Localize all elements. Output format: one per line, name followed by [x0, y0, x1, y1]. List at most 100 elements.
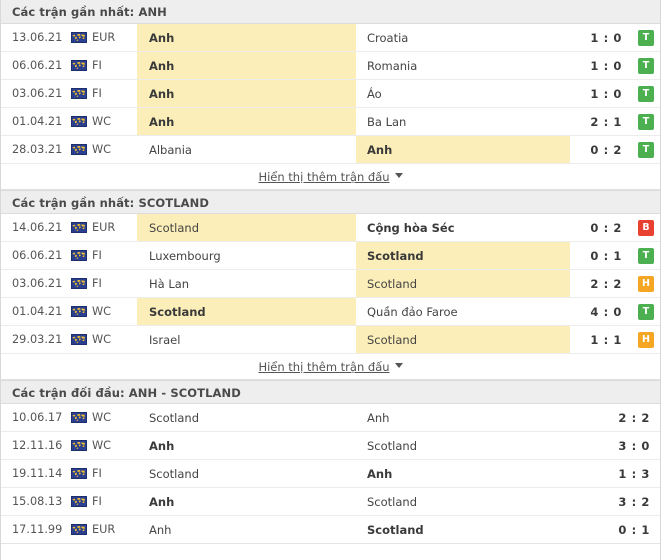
show-more-row[interactable]: Hiển thị thêm trận đấu [1, 164, 660, 190]
table-row[interactable]: 10.06.17 WC Scotland Anh 2 : 2 [1, 404, 660, 432]
section-header: Các trận gần nhất: SCOTLAND [1, 190, 660, 214]
chevron-down-icon[interactable] [394, 173, 403, 178]
home-team[interactable]: Scotland [137, 460, 356, 487]
home-team[interactable]: Anh [137, 488, 356, 515]
table-row[interactable]: 03.06.21 FI Anh Áo 1 : 0 T [1, 80, 660, 108]
table-row[interactable]: 13.06.21 EUR Anh Croatia 1 : 0 T [1, 24, 660, 52]
table-row[interactable]: 06.06.21 FI Luxembourg Scotland 0 : 1 T [1, 242, 660, 270]
world-map-flag-icon [71, 496, 87, 507]
world-map-flag-icon [71, 144, 87, 155]
away-team[interactable]: Scotland [356, 488, 598, 515]
competition-code: FI [92, 59, 102, 72]
competition-flag-cell [66, 214, 92, 241]
table-row[interactable]: 14.06.21 EUR Scotland Cộng hòa Séc 0 : 2 B [1, 214, 660, 242]
away-team[interactable]: Anh [356, 460, 598, 487]
match-score: 1 : 1 [590, 332, 622, 347]
table-row[interactable]: 17.11.99 EUR Anh Scotland 0 : 1 [1, 516, 660, 544]
match-score: 1 : 3 [618, 466, 650, 481]
table-row[interactable]: 01.04.21 WC Scotland Quần đảo Faroe 4 : 0 T [1, 298, 660, 326]
table-row[interactable]: 06.06.21 FI Anh Romania 1 : 0 T [1, 52, 660, 80]
competition-code: FI [92, 87, 102, 100]
status-badge: T [638, 29, 654, 46]
home-team[interactable]: Anh [137, 516, 356, 543]
away-team[interactable]: Scotland [356, 270, 570, 297]
competition-code: WC [92, 143, 112, 156]
table-row[interactable]: 29.03.21 WC Israel Scotland 1 : 1 H [1, 326, 660, 354]
table-row[interactable]: 19.11.14 FI Scotland Anh 1 : 3 [1, 460, 660, 488]
competition-code: EUR [92, 221, 116, 234]
match-score: 2 : 2 [590, 276, 622, 291]
show-more-label: Hiển thị thêm trận đấu [258, 359, 390, 374]
match-date: 12.11.16 [12, 439, 63, 452]
away-team[interactable]: Quần đảo Faroe [356, 298, 570, 325]
home-team[interactable]: Hà Lan [137, 270, 356, 297]
home-team[interactable]: Scotland [137, 214, 356, 241]
show-more-row[interactable]: Hiển thị thêm trận đấu [1, 354, 660, 380]
home-team[interactable]: Scotland [137, 404, 356, 431]
competition-flag-cell [66, 432, 92, 459]
home-team[interactable]: Israel [137, 326, 356, 353]
competition-code: FI [92, 495, 102, 508]
competition-flag-cell [66, 270, 92, 297]
away-team[interactable]: Scotland [356, 326, 570, 353]
competition-flag-cell [66, 404, 92, 431]
section-header: Các trận gần nhất: ANH [1, 0, 660, 24]
away-team[interactable]: Croatia [356, 24, 570, 51]
home-team[interactable]: Scotland [137, 298, 356, 325]
chevron-down-icon[interactable] [394, 363, 403, 368]
world-map-flag-icon [71, 278, 87, 289]
competition-code: WC [92, 115, 112, 128]
table-row[interactable]: 12.11.16 WC Anh Scotland 3 : 0 [1, 432, 660, 460]
show-more-matches-link[interactable]: Hiển thị thêm trận đấu [258, 360, 389, 374]
match-score: 3 : 2 [618, 494, 650, 509]
match-date: 13.06.21 [12, 31, 63, 44]
competition-flag-cell [66, 136, 92, 163]
competition-code: WC [92, 333, 112, 346]
competition-flag-cell [66, 488, 92, 515]
match-score: 3 : 0 [618, 438, 650, 453]
result-badge-cell: T [632, 136, 660, 163]
home-team[interactable]: Anh [137, 80, 356, 107]
home-team[interactable]: Anh [137, 108, 356, 135]
competition-flag-cell [66, 298, 92, 325]
world-map-flag-icon [71, 32, 87, 43]
show-more-matches-link[interactable]: Hiển thị thêm trận đấu [258, 170, 389, 184]
status-badge: T [638, 141, 654, 158]
table-row[interactable]: 15.08.13 FI Anh Scotland 3 : 2 [1, 488, 660, 516]
competition-flag-cell [66, 326, 92, 353]
away-team[interactable]: Scotland [356, 516, 598, 543]
competition-code: WC [92, 439, 112, 452]
section-header: Các trận đối đầu: ANH - SCOTLAND [1, 380, 660, 404]
status-badge: H [638, 275, 654, 292]
match-date: 19.11.14 [12, 467, 63, 480]
away-team[interactable]: Ba Lan [356, 108, 570, 135]
match-score: 0 : 2 [590, 142, 622, 157]
world-map-flag-icon [71, 468, 87, 479]
home-team[interactable]: Luxembourg [137, 242, 356, 269]
result-badge-cell: B [632, 214, 660, 241]
away-team[interactable]: Cộng hòa Séc [356, 214, 570, 241]
match-date: 14.06.21 [12, 221, 63, 234]
away-team[interactable]: Anh [356, 136, 570, 163]
home-team[interactable]: Anh [137, 52, 356, 79]
away-team[interactable]: Scotland [356, 242, 570, 269]
status-badge: B [638, 219, 654, 236]
status-badge: T [638, 57, 654, 74]
home-team[interactable]: Albania [137, 136, 356, 163]
world-map-flag-icon [71, 116, 87, 127]
away-team[interactable]: Scotland [356, 432, 598, 459]
away-team[interactable]: Romania [356, 52, 570, 79]
match-history-panel: Các trận gần nhất: ANH 13.06.21 EUR Anh Croa… [0, 0, 661, 560]
result-badge-cell: T [632, 298, 660, 325]
table-row[interactable]: 03.06.21 FI Hà Lan Scotland 2 : 2 H [1, 270, 660, 298]
home-team[interactable]: Anh [137, 432, 356, 459]
table-row[interactable]: 28.03.21 WC Albania Anh 0 : 2 T [1, 136, 660, 164]
match-date: 17.11.99 [12, 523, 63, 536]
match-score: 0 : 2 [590, 220, 622, 235]
away-team[interactable]: Anh [356, 404, 598, 431]
home-team[interactable]: Anh [137, 24, 356, 51]
table-row[interactable]: 01.04.21 WC Anh Ba Lan 2 : 1 T [1, 108, 660, 136]
status-badge: H [638, 331, 654, 348]
status-badge: T [638, 303, 654, 320]
away-team[interactable]: Áo [356, 80, 570, 107]
